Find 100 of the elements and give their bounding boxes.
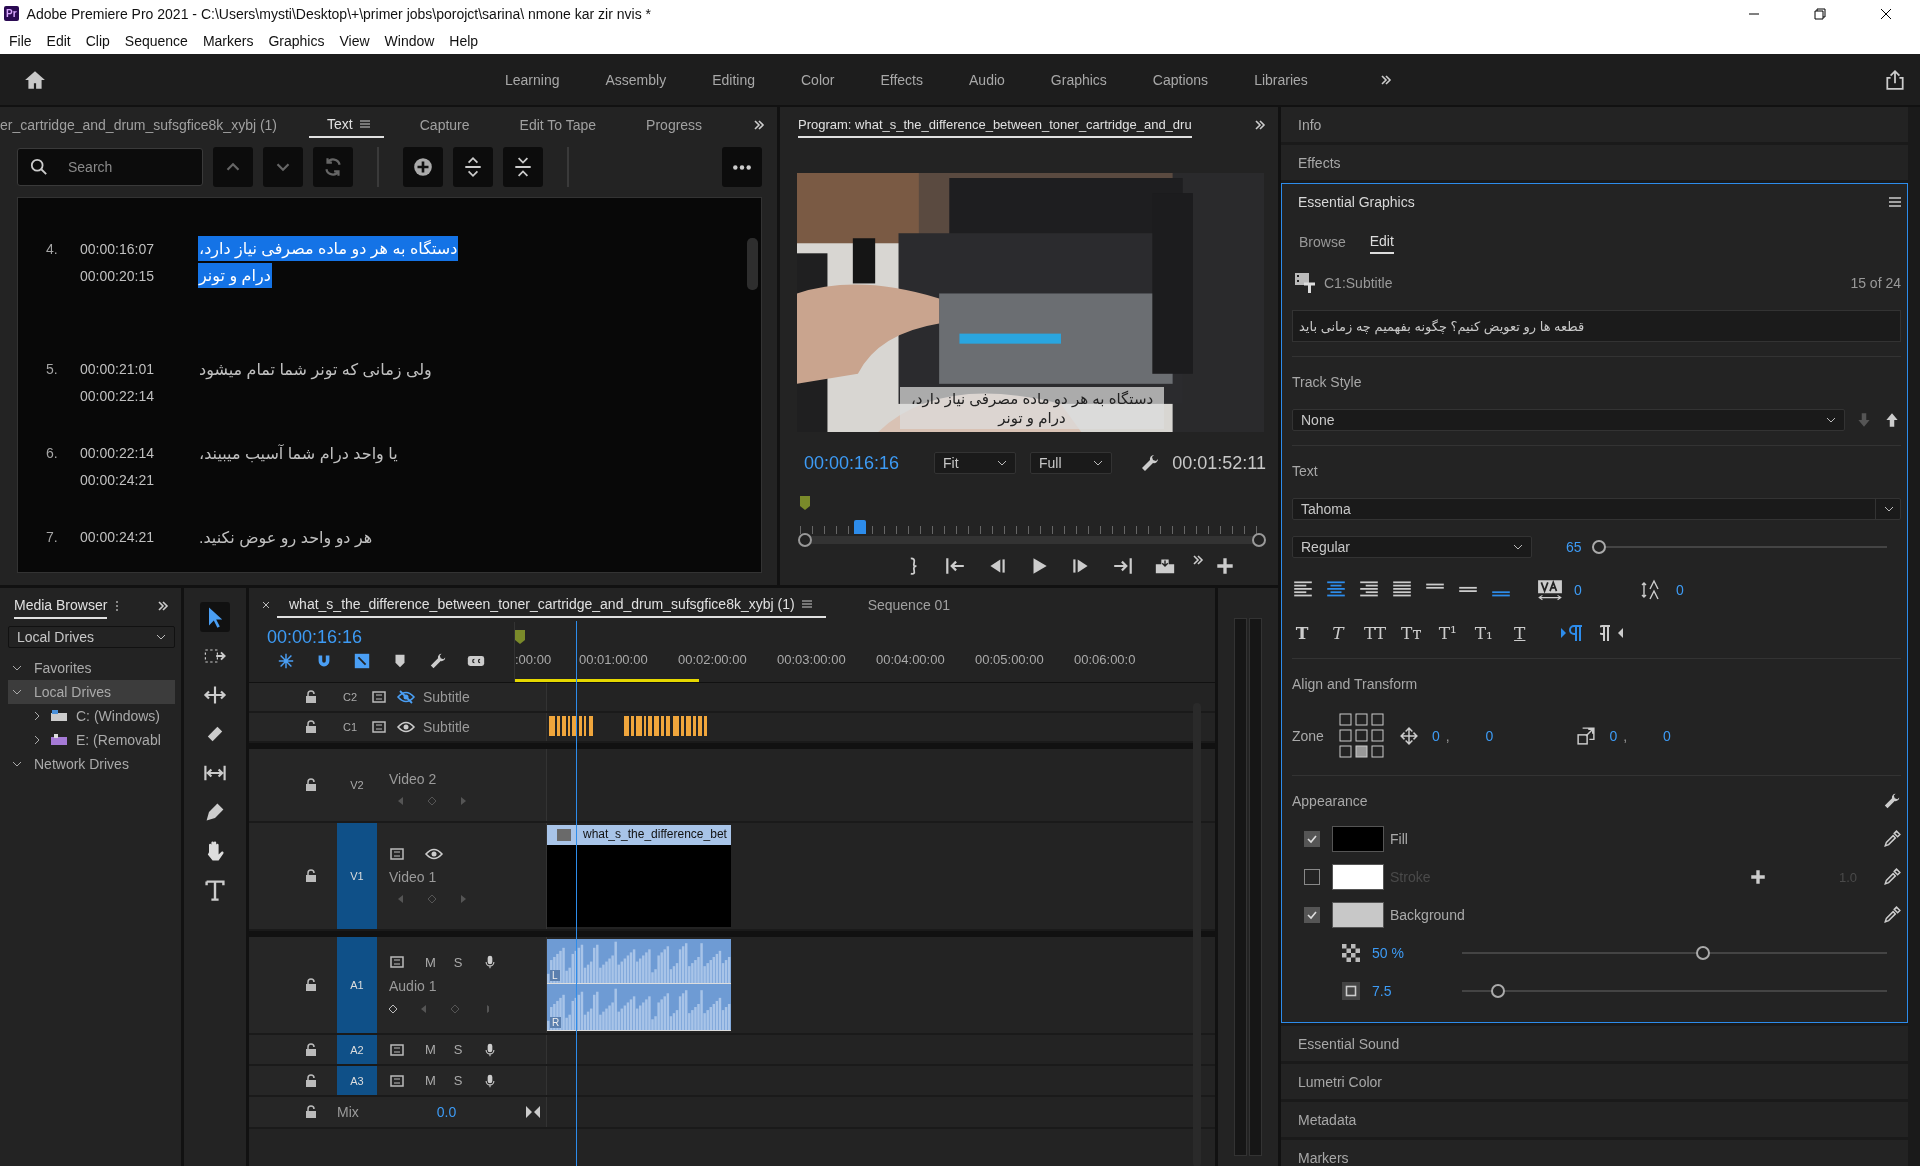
tab[interactable]: Edit <box>1369 230 1394 254</box>
scale-x-value[interactable]: 0 <box>1609 728 1618 744</box>
zoom-scrollbar[interactable] <box>800 536 1264 544</box>
eye-icon[interactable] <box>425 847 443 861</box>
workspace-tab[interactable]: Color <box>782 71 855 88</box>
share-icon[interactable] <box>1884 68 1906 91</box>
panel-tab[interactable]: er_cartridge_and_drum_sufsgfice8k_xybj (1) <box>0 111 292 139</box>
menu-item[interactable]: Markers <box>195 32 262 49</box>
text-style-button[interactable]: T¹ <box>1437 623 1458 643</box>
mix-value[interactable]: 0.0 <box>436 1104 457 1120</box>
solo-button[interactable]: S <box>453 954 463 970</box>
overflow-icon[interactable] <box>1192 553 1204 566</box>
expand-icon[interactable] <box>524 1105 543 1119</box>
playhead-timecode[interactable]: 00:00:16:16 <box>804 452 934 474</box>
lock-icon[interactable] <box>305 720 317 734</box>
refresh-button[interactable] <box>313 147 353 187</box>
sequence-tab[interactable]: what_s_the_difference_between_toner_cartridge_and_drum_sufsgfice8k_xybj (1) <box>277 592 826 618</box>
caption-text[interactable]: دستگاه به هر دو ماده مصرفی نیاز دارد، <box>198 236 459 261</box>
tree-item[interactable]: Local Drives <box>8 680 175 704</box>
menu-item[interactable]: Edit <box>39 32 79 49</box>
resolution-dropdown[interactable]: Full <box>1030 452 1112 474</box>
position-x-value[interactable]: 0 <box>1431 728 1440 744</box>
merge-button[interactable] <box>503 147 543 187</box>
tree-item[interactable]: Favorites <box>8 656 175 680</box>
chevron-icon[interactable] <box>12 663 22 673</box>
wrench-icon[interactable] <box>429 652 447 670</box>
track-label[interactable]: A3 <box>337 1066 377 1095</box>
lock-icon[interactable] <box>305 690 317 704</box>
workspace-tab[interactable]: Editing <box>693 71 775 88</box>
tree-item[interactable]: E: (Removabl <box>8 728 175 752</box>
tracking-value[interactable]: 0 <box>1574 582 1614 598</box>
playhead-handle[interactable] <box>854 520 867 534</box>
track-label[interactable]: A1 <box>337 937 377 1033</box>
track-style-dropdown[interactable]: None <box>1292 409 1845 431</box>
selection-tool-icon[interactable] <box>200 602 230 632</box>
text-style-button[interactable]: Tт <box>1401 623 1422 643</box>
color-swatch[interactable] <box>1332 864 1384 890</box>
workspace-tab[interactable]: Graphics <box>1031 71 1127 88</box>
font-style-dropdown[interactable]: Regular <box>1292 536 1532 558</box>
menu-icon[interactable] <box>359 119 370 129</box>
color-swatch[interactable] <box>1332 826 1384 852</box>
caption-text[interactable]: درام و تونر <box>198 263 272 288</box>
collapsed-panel-header[interactable]: Info <box>1281 107 1908 142</box>
menu-item[interactable]: View <box>332 32 378 49</box>
restore-icon[interactable] <box>1814 7 1826 20</box>
hidden-eye-icon[interactable] <box>397 690 415 704</box>
overflow-icon[interactable] <box>1379 73 1392 86</box>
add-icon[interactable] <box>1748 868 1767 886</box>
wrench-icon[interactable] <box>1883 792 1901 810</box>
lock-icon[interactable] <box>305 1105 317 1119</box>
chevron-icon[interactable] <box>32 735 42 745</box>
audio-clip[interactable]: L R <box>547 939 731 1031</box>
lock-icon[interactable] <box>305 778 317 792</box>
video-clip[interactable]: what_s_the_difference_bet <box>547 825 731 927</box>
scale-y-value[interactable]: 0 <box>1663 728 1671 744</box>
linked-selection-icon[interactable] <box>353 652 371 670</box>
leading-value[interactable]: 0 <box>1676 582 1716 598</box>
workspace-tab[interactable]: Assembly <box>586 71 687 88</box>
color-swatch[interactable] <box>1332 902 1384 928</box>
text-style-button[interactable]: T <box>1509 623 1530 643</box>
left-to-right-icon[interactable] <box>1559 623 1584 643</box>
caption-text[interactable]: هر دو واحد رو عوض نکنید. <box>198 524 374 551</box>
tab[interactable]: Browse <box>1299 231 1346 253</box>
panel-tab[interactable]: Media Browser <box>14 593 108 619</box>
eye-icon[interactable] <box>397 720 415 734</box>
workspace-tab[interactable]: Captions <box>1133 71 1229 88</box>
right-to-left-icon[interactable] <box>1599 623 1624 643</box>
location-dropdown[interactable]: Local Drives <box>8 626 175 648</box>
text-style-button[interactable]: T <box>1292 623 1312 643</box>
eyedropper-icon[interactable] <box>1883 830 1901 848</box>
menu-icon[interactable] <box>1889 197 1901 207</box>
eyedropper-icon[interactable] <box>1883 906 1901 924</box>
sync-lock-icon[interactable] <box>389 1042 407 1057</box>
text-style-button[interactable]: TT <box>1364 623 1385 643</box>
caption-text[interactable]: ولی زمانی که تونر شما تمام میشود <box>198 356 433 383</box>
mute-button[interactable]: M <box>425 954 436 970</box>
tree-item[interactable]: Network Drives <box>8 752 175 776</box>
zoom-dropdown[interactable]: Fit <box>934 452 1016 474</box>
settings-icon[interactable] <box>1140 453 1160 473</box>
position-y-value[interactable]: 0 <box>1485 728 1494 744</box>
zone-grid-icon[interactable] <box>1337 712 1386 760</box>
sync-lock-icon[interactable] <box>389 955 407 969</box>
checkbox[interactable] <box>1304 831 1320 847</box>
solo-button[interactable]: S <box>453 1042 463 1057</box>
menu-item[interactable]: Sequence <box>117 32 196 49</box>
collapsed-panel-header[interactable]: Essential Sound <box>1281 1026 1908 1061</box>
panel-tab[interactable]: Program: what_s_the_difference_between_toner_cartridge_and_dru <box>798 112 1192 138</box>
checkbox[interactable] <box>1304 869 1320 885</box>
more-icon[interactable] <box>115 600 120 612</box>
mute-button[interactable]: M <box>425 1073 436 1088</box>
slider-thumb[interactable] <box>1490 984 1505 998</box>
time-ruler[interactable]: :00:00 00:01:00:00 00:02:00:00 00:03:00:00 00:04:00:00 00:05:00:00 00:06:00:0 <box>515 622 1173 682</box>
track-label[interactable]: V2 <box>337 749 377 821</box>
chevron-icon[interactable] <box>12 687 22 697</box>
sync-lock-icon[interactable] <box>389 1073 407 1088</box>
collapsed-panel-header[interactable]: Lumetri Color <box>1281 1064 1908 1099</box>
checkbox[interactable] <box>1304 907 1320 923</box>
opacity-value[interactable]: 50 % <box>1372 945 1450 961</box>
mute-button[interactable]: M <box>425 1042 436 1057</box>
lock-icon[interactable] <box>305 869 317 883</box>
